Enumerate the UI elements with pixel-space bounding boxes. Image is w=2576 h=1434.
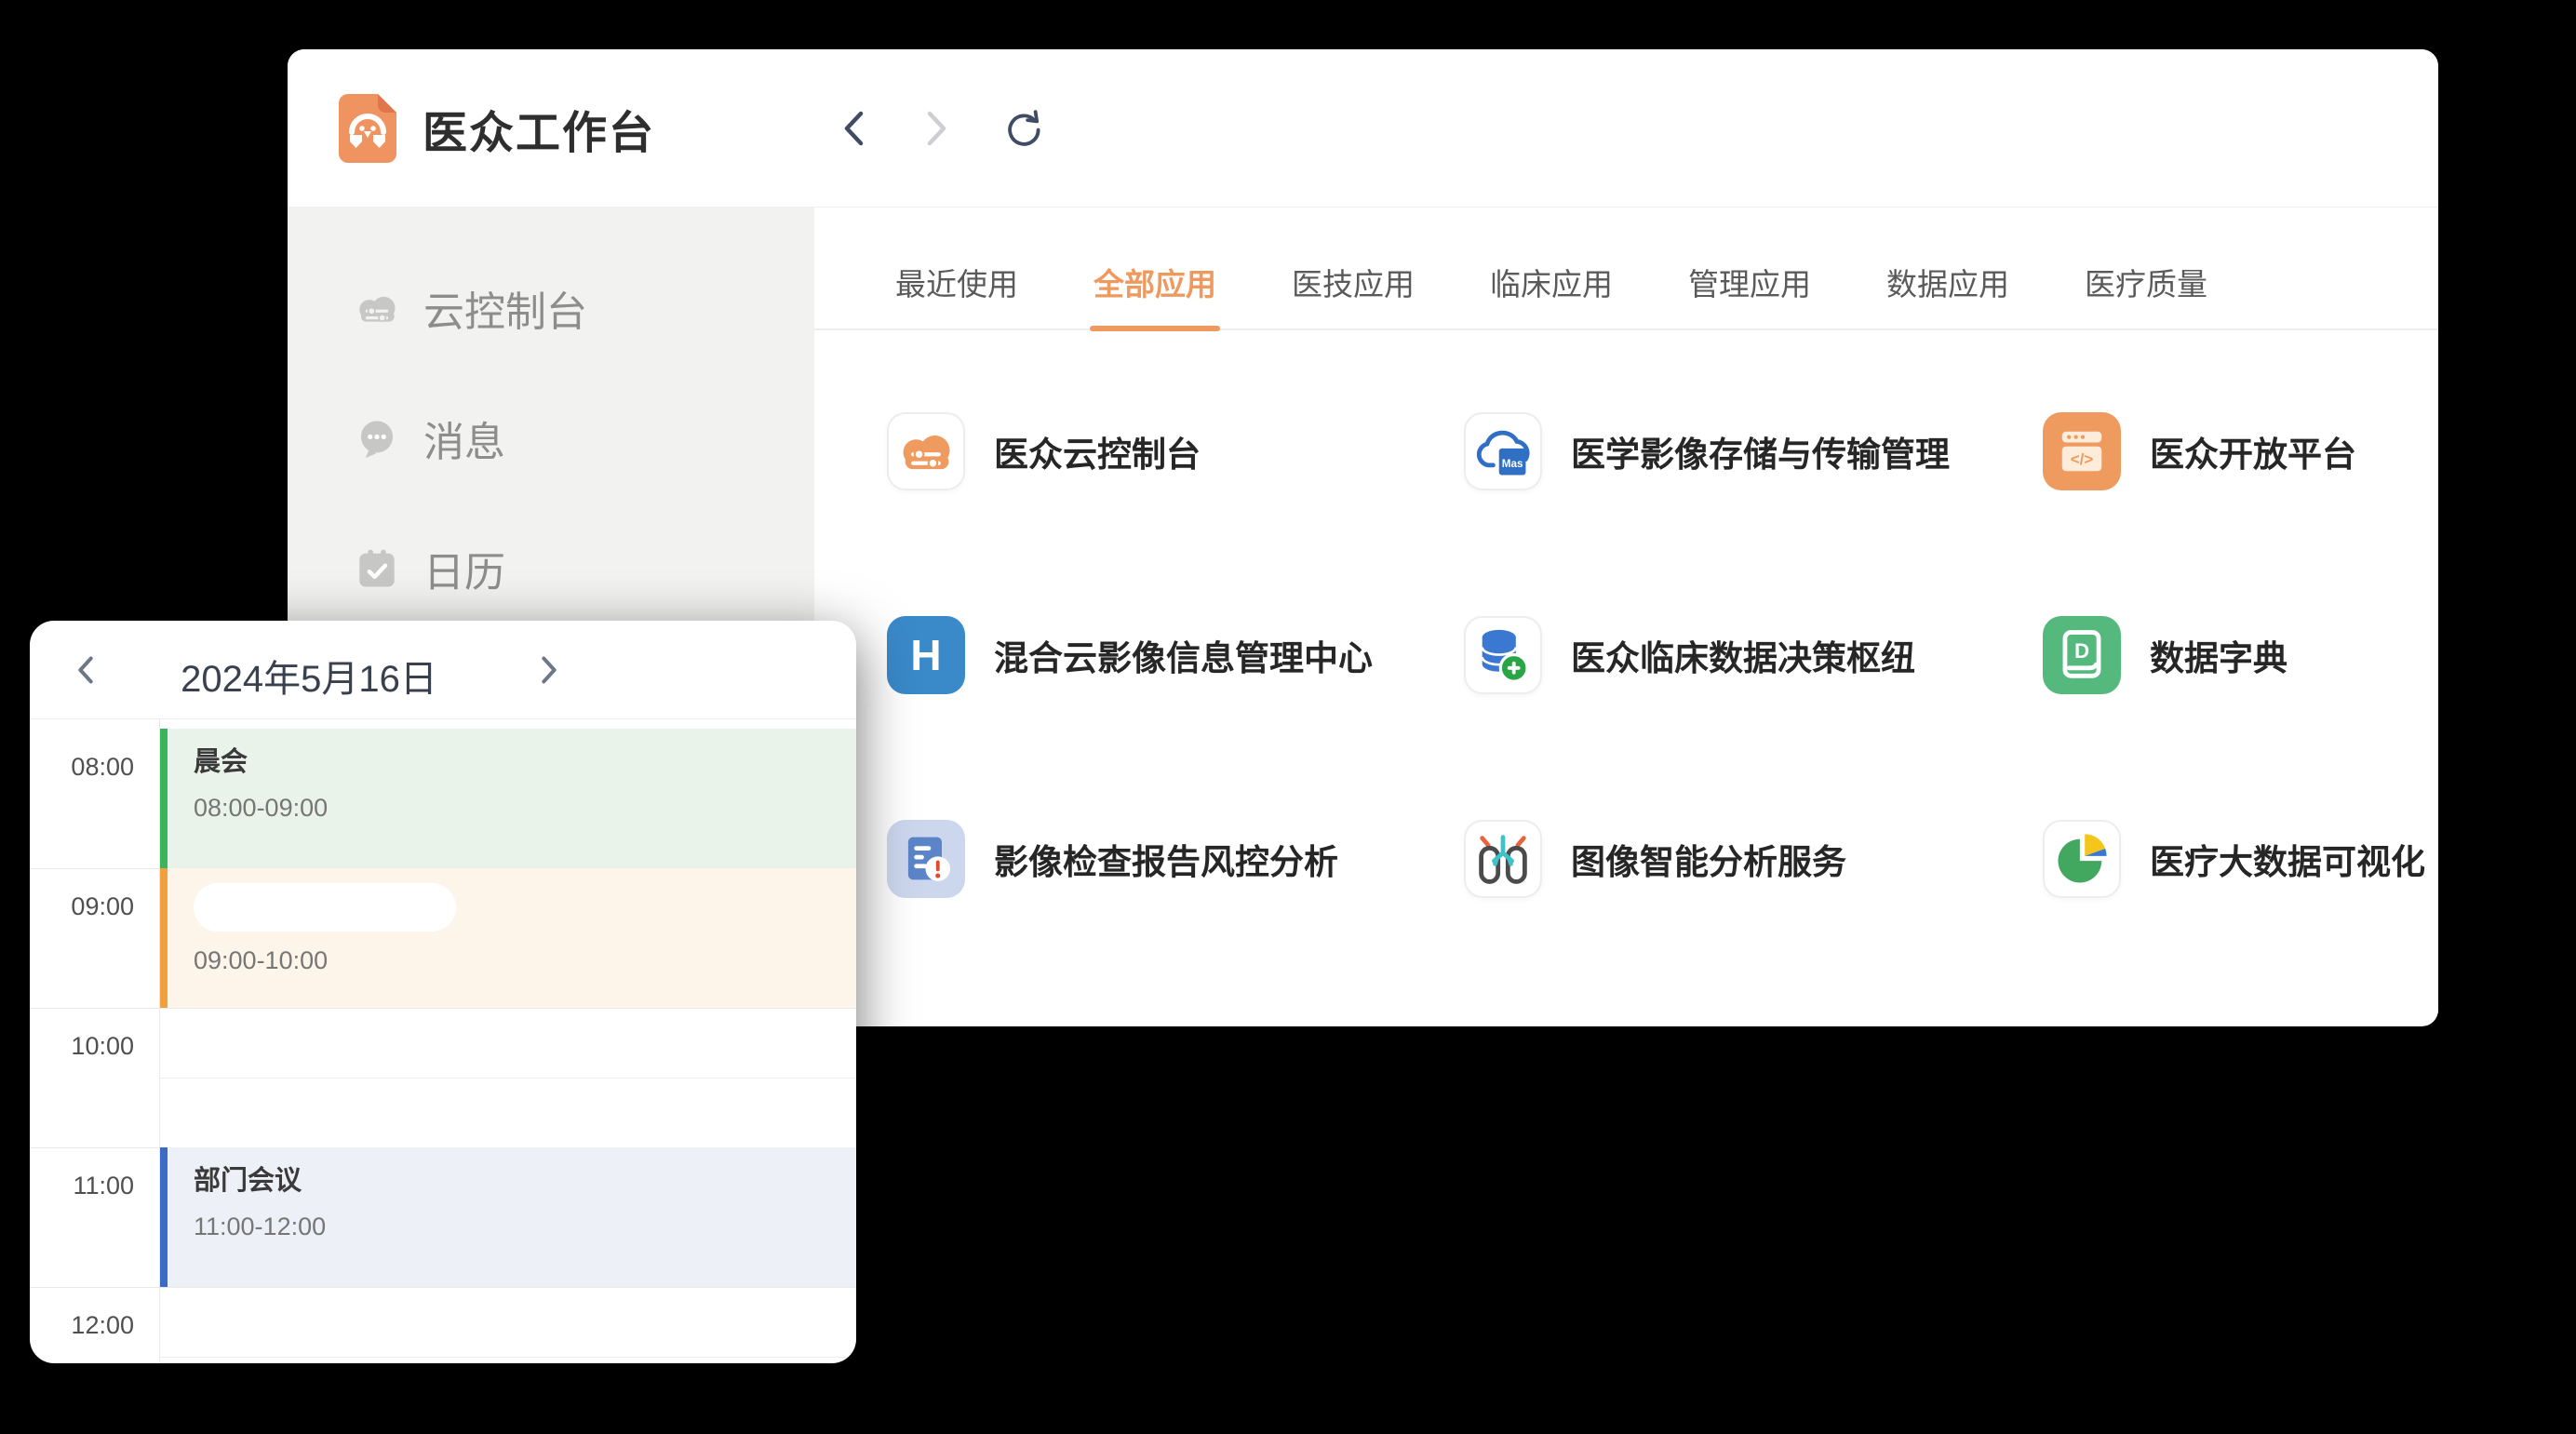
app-label: 影像检查报告风控分析 [994, 834, 1338, 884]
calendar-panel: 2024年5月16日 08:00 09:00 10:00 11:00 12:00… [30, 621, 856, 1363]
report-alert-icon [894, 827, 958, 891]
app-label: 医学影像存储与传输管理 [1571, 426, 1950, 476]
nav-controls [833, 49, 1041, 208]
app-logo-mascot-icon [339, 94, 396, 163]
app-grid: 医众云控制台 Mas 医学影像存储与传输管理 [887, 412, 2438, 1024]
database-plus-icon [1471, 623, 1535, 687]
tab-clinical-apps[interactable]: 临床应用 [1490, 260, 1613, 328]
calendar-event-redacted[interactable]: 09:00-10:00 [160, 868, 856, 1008]
back-button[interactable] [833, 108, 874, 149]
tab-recent[interactable]: 最近使用 [895, 260, 1018, 328]
cloud-storage-icon: Mas [1471, 420, 1535, 483]
sidebar-item-label: 云控制台 [423, 278, 587, 338]
svg-text:D: D [2074, 639, 2089, 663]
chevron-left-icon [73, 654, 99, 686]
titlebar: 医众工作台 [288, 49, 2438, 208]
sidebar-item-cloud-console[interactable]: 云控制台 [353, 269, 814, 347]
tab-all-apps[interactable]: 全部应用 [1093, 260, 1216, 328]
svg-text:Mas: Mas [1502, 458, 1523, 470]
refresh-button[interactable] [1000, 108, 1041, 149]
calendar-next-day-button[interactable] [530, 651, 568, 689]
time-label: 08:00 [30, 753, 134, 782]
app-title: 医众工作台 [423, 96, 655, 161]
sidebar-item-label: 消息 [423, 409, 505, 468]
app-label: 数据字典 [2150, 630, 2288, 680]
half-hour-gridline [160, 1078, 856, 1079]
calendar-event-morning-meeting[interactable]: 晨会 08:00-09:00 [160, 729, 856, 868]
refresh-icon [1000, 105, 1041, 152]
lungs-icon [1471, 827, 1535, 891]
chevron-right-icon [536, 654, 562, 686]
app-label: 医众云控制台 [994, 426, 1201, 476]
time-label: 09:00 [30, 892, 134, 921]
app-open-platform[interactable]: </> 医众开放平台 [2043, 412, 2438, 490]
app-cloud-console[interactable]: 医众云控制台 [887, 412, 1464, 490]
tab-quality[interactable]: 医疗质量 [2085, 260, 2207, 328]
calendar-header: 2024年5月16日 [30, 621, 856, 719]
calendar-prev-day-button[interactable] [67, 651, 104, 689]
dictionary-book-icon: D [2050, 623, 2113, 687]
calendar-date: 2024年5月16日 [132, 649, 486, 703]
app-label: 混合云影像信息管理中心 [994, 630, 1373, 680]
app-label: 医众开放平台 [2150, 426, 2356, 476]
app-label: 医众临床数据决策枢纽 [1571, 630, 1915, 680]
calendar-check-icon [353, 544, 401, 593]
letter-tile-icon: H [910, 630, 941, 680]
code-window-icon: </> [2050, 420, 2113, 483]
hour-gridline [30, 1287, 856, 1288]
app-label: 医疗大数据可视化 [2150, 834, 2425, 884]
hour-gridline [30, 1008, 856, 1009]
app-hybrid-cloud-imaging[interactable]: H 混合云影像信息管理中心 [887, 616, 1464, 694]
chevron-right-icon [920, 107, 954, 150]
tab-medtech-apps[interactable]: 医技应用 [1292, 260, 1415, 328]
app-clinical-data-hub[interactable]: 医众临床数据决策枢纽 [1464, 616, 2043, 694]
time-label: 11:00 [30, 1172, 134, 1200]
event-title: 晨会 [194, 744, 856, 781]
chevron-left-icon [837, 107, 870, 150]
tab-admin-apps[interactable]: 管理应用 [1688, 260, 1811, 328]
message-bubble-icon [353, 414, 401, 462]
half-hour-gridline [160, 1357, 856, 1358]
tab-data-apps[interactable]: 数据应用 [1886, 260, 2009, 328]
sidebar-item-label: 日历 [423, 539, 505, 598]
app-report-risk-analysis[interactable]: 影像检查报告风控分析 [887, 820, 1464, 898]
event-time: 08:00-09:00 [194, 794, 856, 823]
calendar-day-grid: 08:00 09:00 10:00 11:00 12:00 晨会 08:00-0… [30, 719, 856, 1363]
event-title: 部门会议 [194, 1162, 856, 1199]
app-image-ai-analysis[interactable]: 图像智能分析服务 [1464, 820, 2043, 898]
app-bigdata-visualization[interactable]: 医疗大数据可视化 [2043, 820, 2438, 898]
calendar-event-department-meeting[interactable]: 部门会议 11:00-12:00 [160, 1147, 856, 1287]
time-label: 12:00 [30, 1311, 134, 1340]
event-time: 11:00-12:00 [194, 1213, 856, 1241]
event-title-redacted [194, 883, 456, 931]
forward-button[interactable] [917, 108, 958, 149]
tab-bar: 最近使用 全部应用 医技应用 临床应用 管理应用 数据应用 医疗质量 [814, 208, 2438, 330]
app-label: 图像智能分析服务 [1571, 834, 1846, 884]
event-time: 09:00-10:00 [194, 946, 856, 975]
sidebar-item-calendar[interactable]: 日历 [353, 529, 814, 608]
app-image-storage[interactable]: Mas 医学影像存储与传输管理 [1464, 412, 2043, 490]
cloud-settings-icon [353, 284, 401, 332]
sidebar-item-messages[interactable]: 消息 [353, 399, 814, 477]
pie-chart-icon [2050, 827, 2113, 891]
app-data-dictionary[interactable]: D 数据字典 [2043, 616, 2438, 694]
orange-cloud-settings-icon [894, 420, 958, 483]
svg-text:</>: </> [2071, 450, 2094, 468]
time-label: 10:00 [30, 1032, 134, 1061]
content-area: 最近使用 全部应用 医技应用 临床应用 管理应用 数据应用 医疗质量 [814, 208, 2438, 1025]
